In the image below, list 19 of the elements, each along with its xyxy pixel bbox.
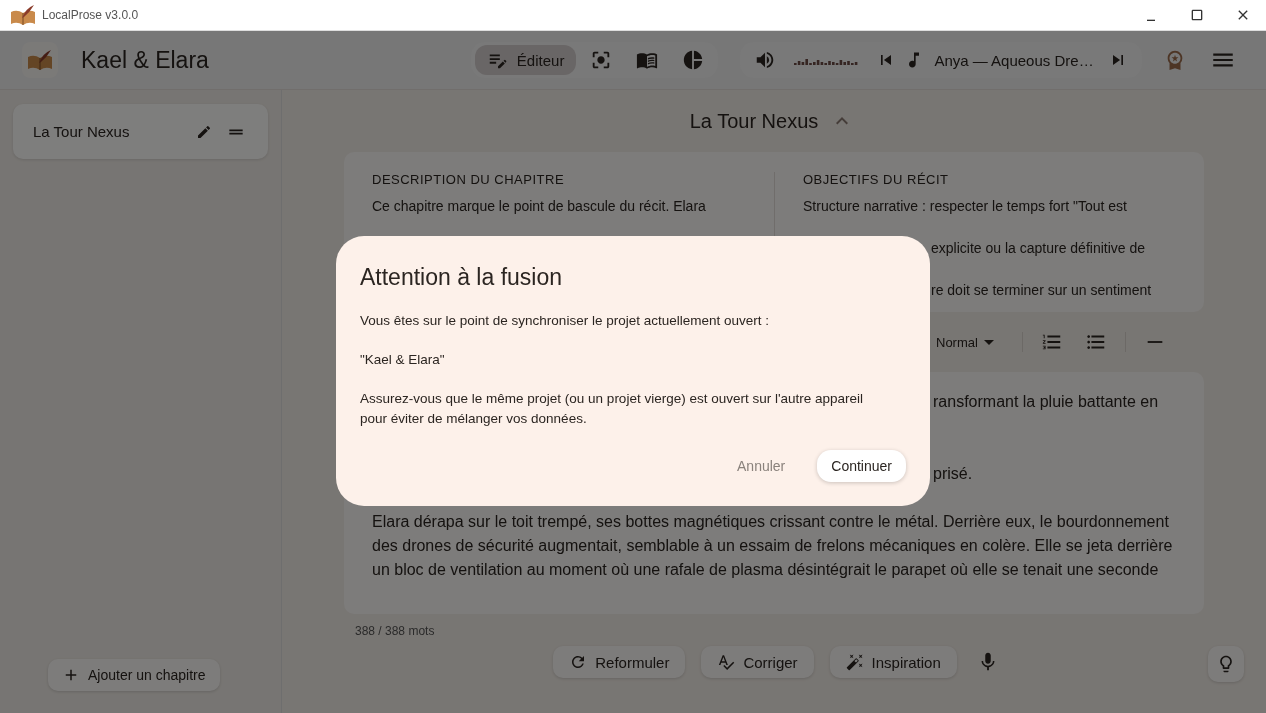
objective-text: explicite ou la capture définitive de xyxy=(931,239,1146,258)
dialog-text: "Kael & Elara" xyxy=(360,351,446,369)
chapter-heading: La Tour Nexus xyxy=(689,109,819,133)
section-heading: OBJECTIFS DU RÉCIT xyxy=(803,172,950,187)
word-count: 388 / 388 mots xyxy=(355,624,435,638)
dialog-text: Vous êtes sur le point de synchroniser le projet actuellement ouvert : xyxy=(360,312,770,330)
dialog-text: Assurez-vous que le même projet (ou un projet vierge) est ouvert sur l'autre appareil pour éviter de mélanger vos données. xyxy=(360,390,865,428)
track-title: Anya — Aqueous Dre… xyxy=(934,51,1094,69)
dialog-title: Attention à la fusion xyxy=(360,264,564,291)
editor-text: ransformant la pluie battante en xyxy=(933,392,1159,412)
section-heading: DESCRIPTION DU CHAPITRE xyxy=(372,172,566,187)
window-title: LocalProse v3.0.0 xyxy=(42,8,139,22)
project-title: Kael & Elara xyxy=(81,46,209,74)
editor-text: prisé. xyxy=(933,464,973,484)
description-text: Ce chapitre marque le point de bascule du récit. Elara xyxy=(372,197,706,216)
objective-text: Structure narrative : respecter le temps fort "Tout est xyxy=(803,197,1127,216)
editor-paragraph: Elara dérapa sur le toit trempé, ses bottes magnétiques crissant contre le métal. Derrière eux, le bourdonnement des drones de sécurité augmentait, semblable à un essaim de frelons mécaniques en colère. Elle se jeta derrière un bloc de ventilation au moment où une rafale de plasma désintégrait le parapet où elle se tenait une seconde xyxy=(372,512,1174,580)
objective-text: re doit se terminer sur un sentiment xyxy=(931,281,1152,300)
chapter-title: La Tour Nexus xyxy=(33,123,131,140)
